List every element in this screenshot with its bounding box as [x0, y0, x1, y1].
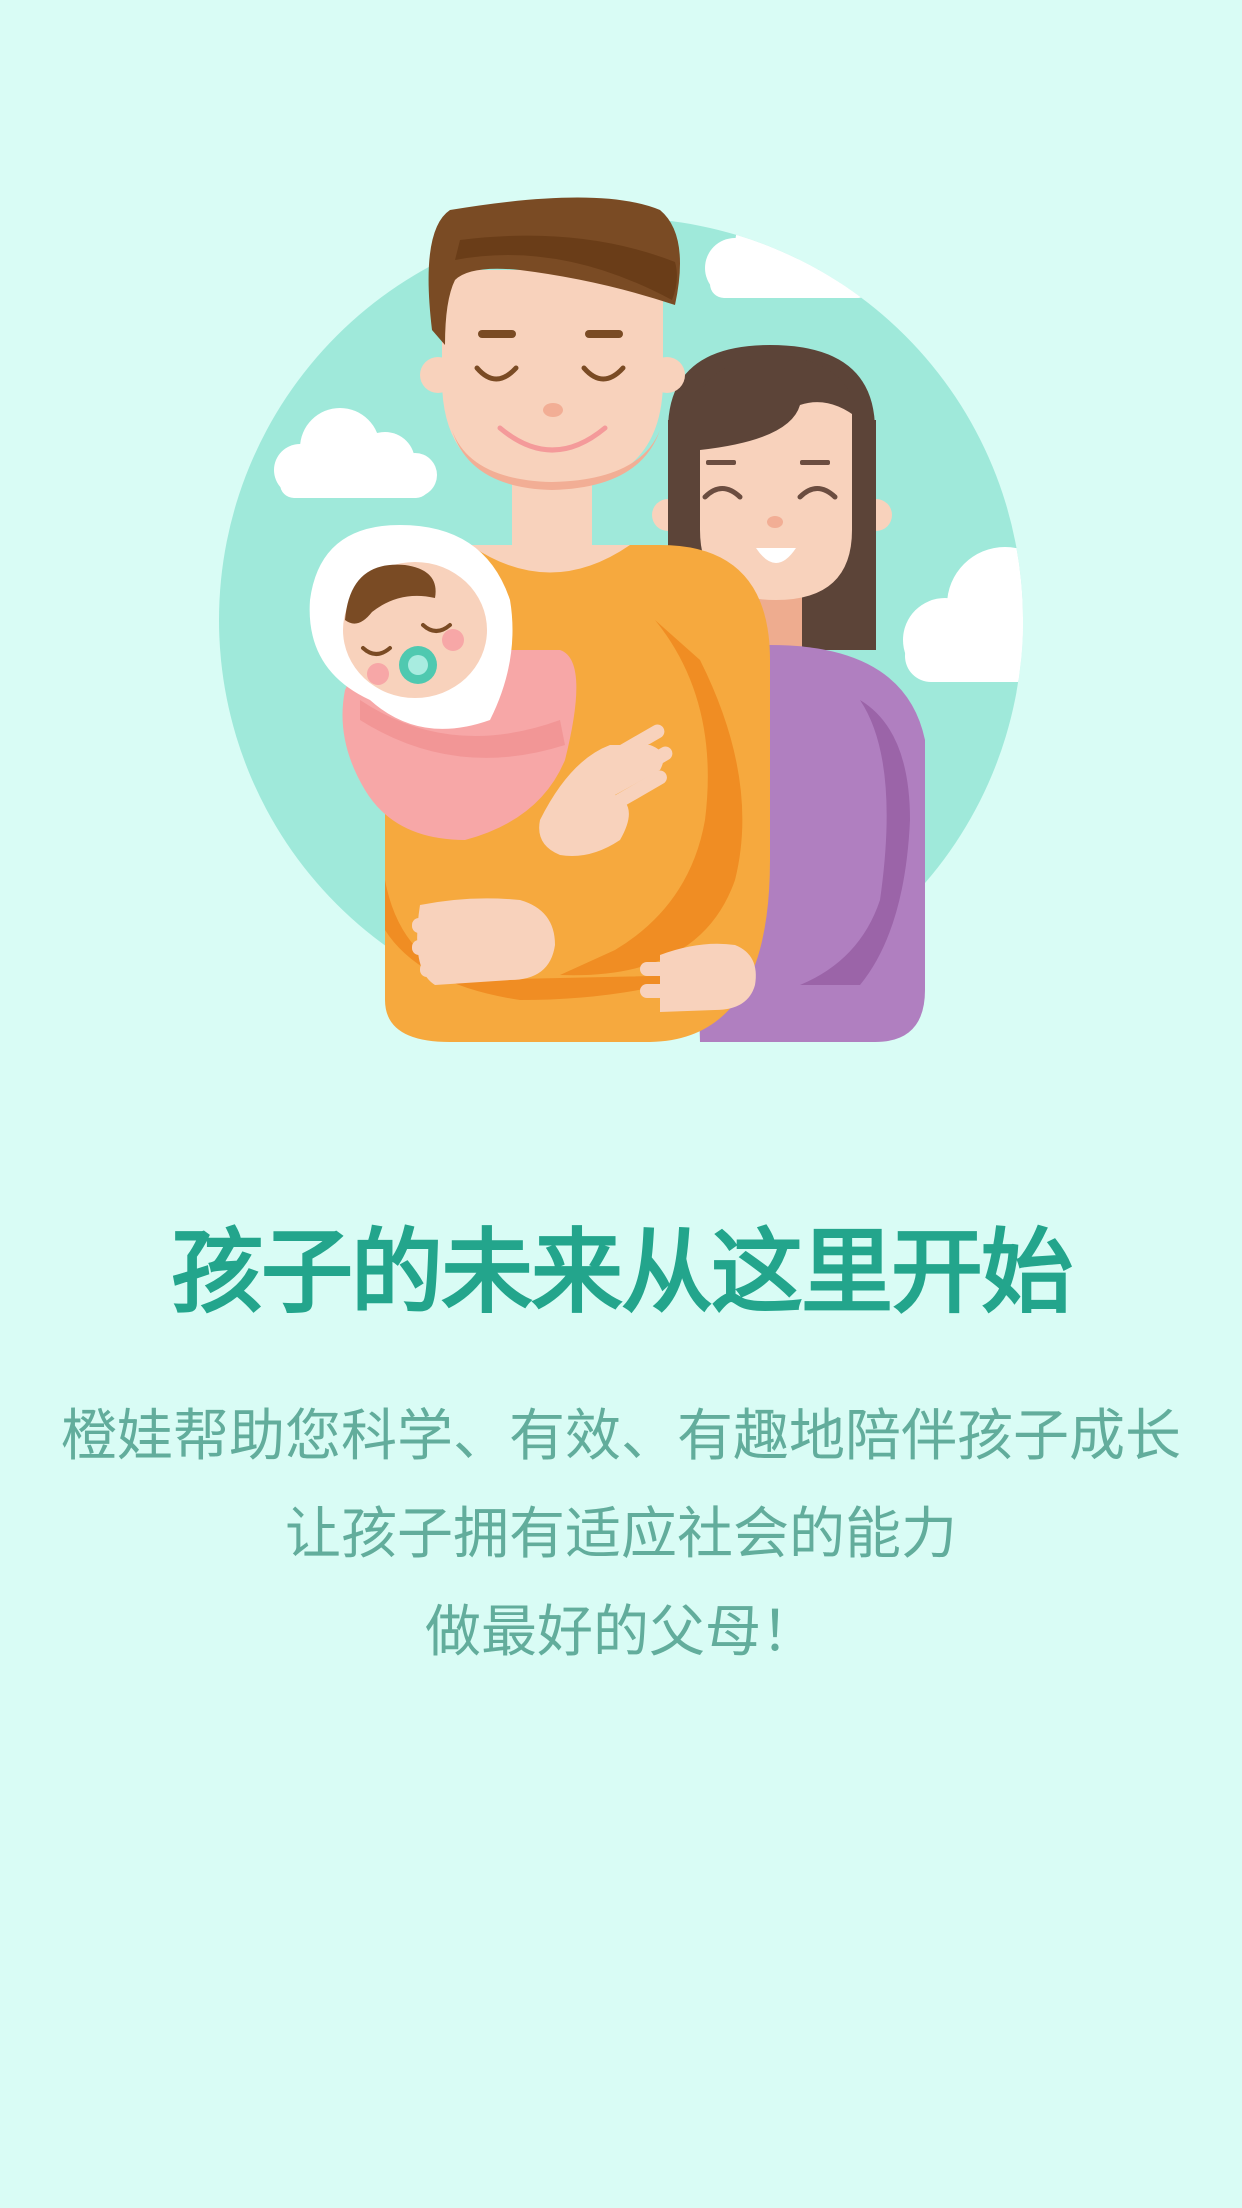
family-illustration-icon [219, 197, 1023, 1042]
description-line-3: 做最好的父母！ [425, 1600, 817, 1665]
onboarding-description: 橙娃帮助您科学、有效、有趣地陪伴孩子成长 让孩子拥有适应社会的能力 做最好的父母… [0, 1388, 1242, 1682]
description-line-1: 橙娃帮助您科学、有效、有趣地陪伴孩子成长 [61, 1404, 1181, 1469]
onboarding-hero [0, 0, 1242, 1060]
cloud-top-icon [705, 218, 876, 298]
onboarding-title: 孩子的未来从这里开始 [170, 1219, 1073, 1326]
description-line-2: 让孩子拥有适应社会的能力 [285, 1502, 957, 1567]
